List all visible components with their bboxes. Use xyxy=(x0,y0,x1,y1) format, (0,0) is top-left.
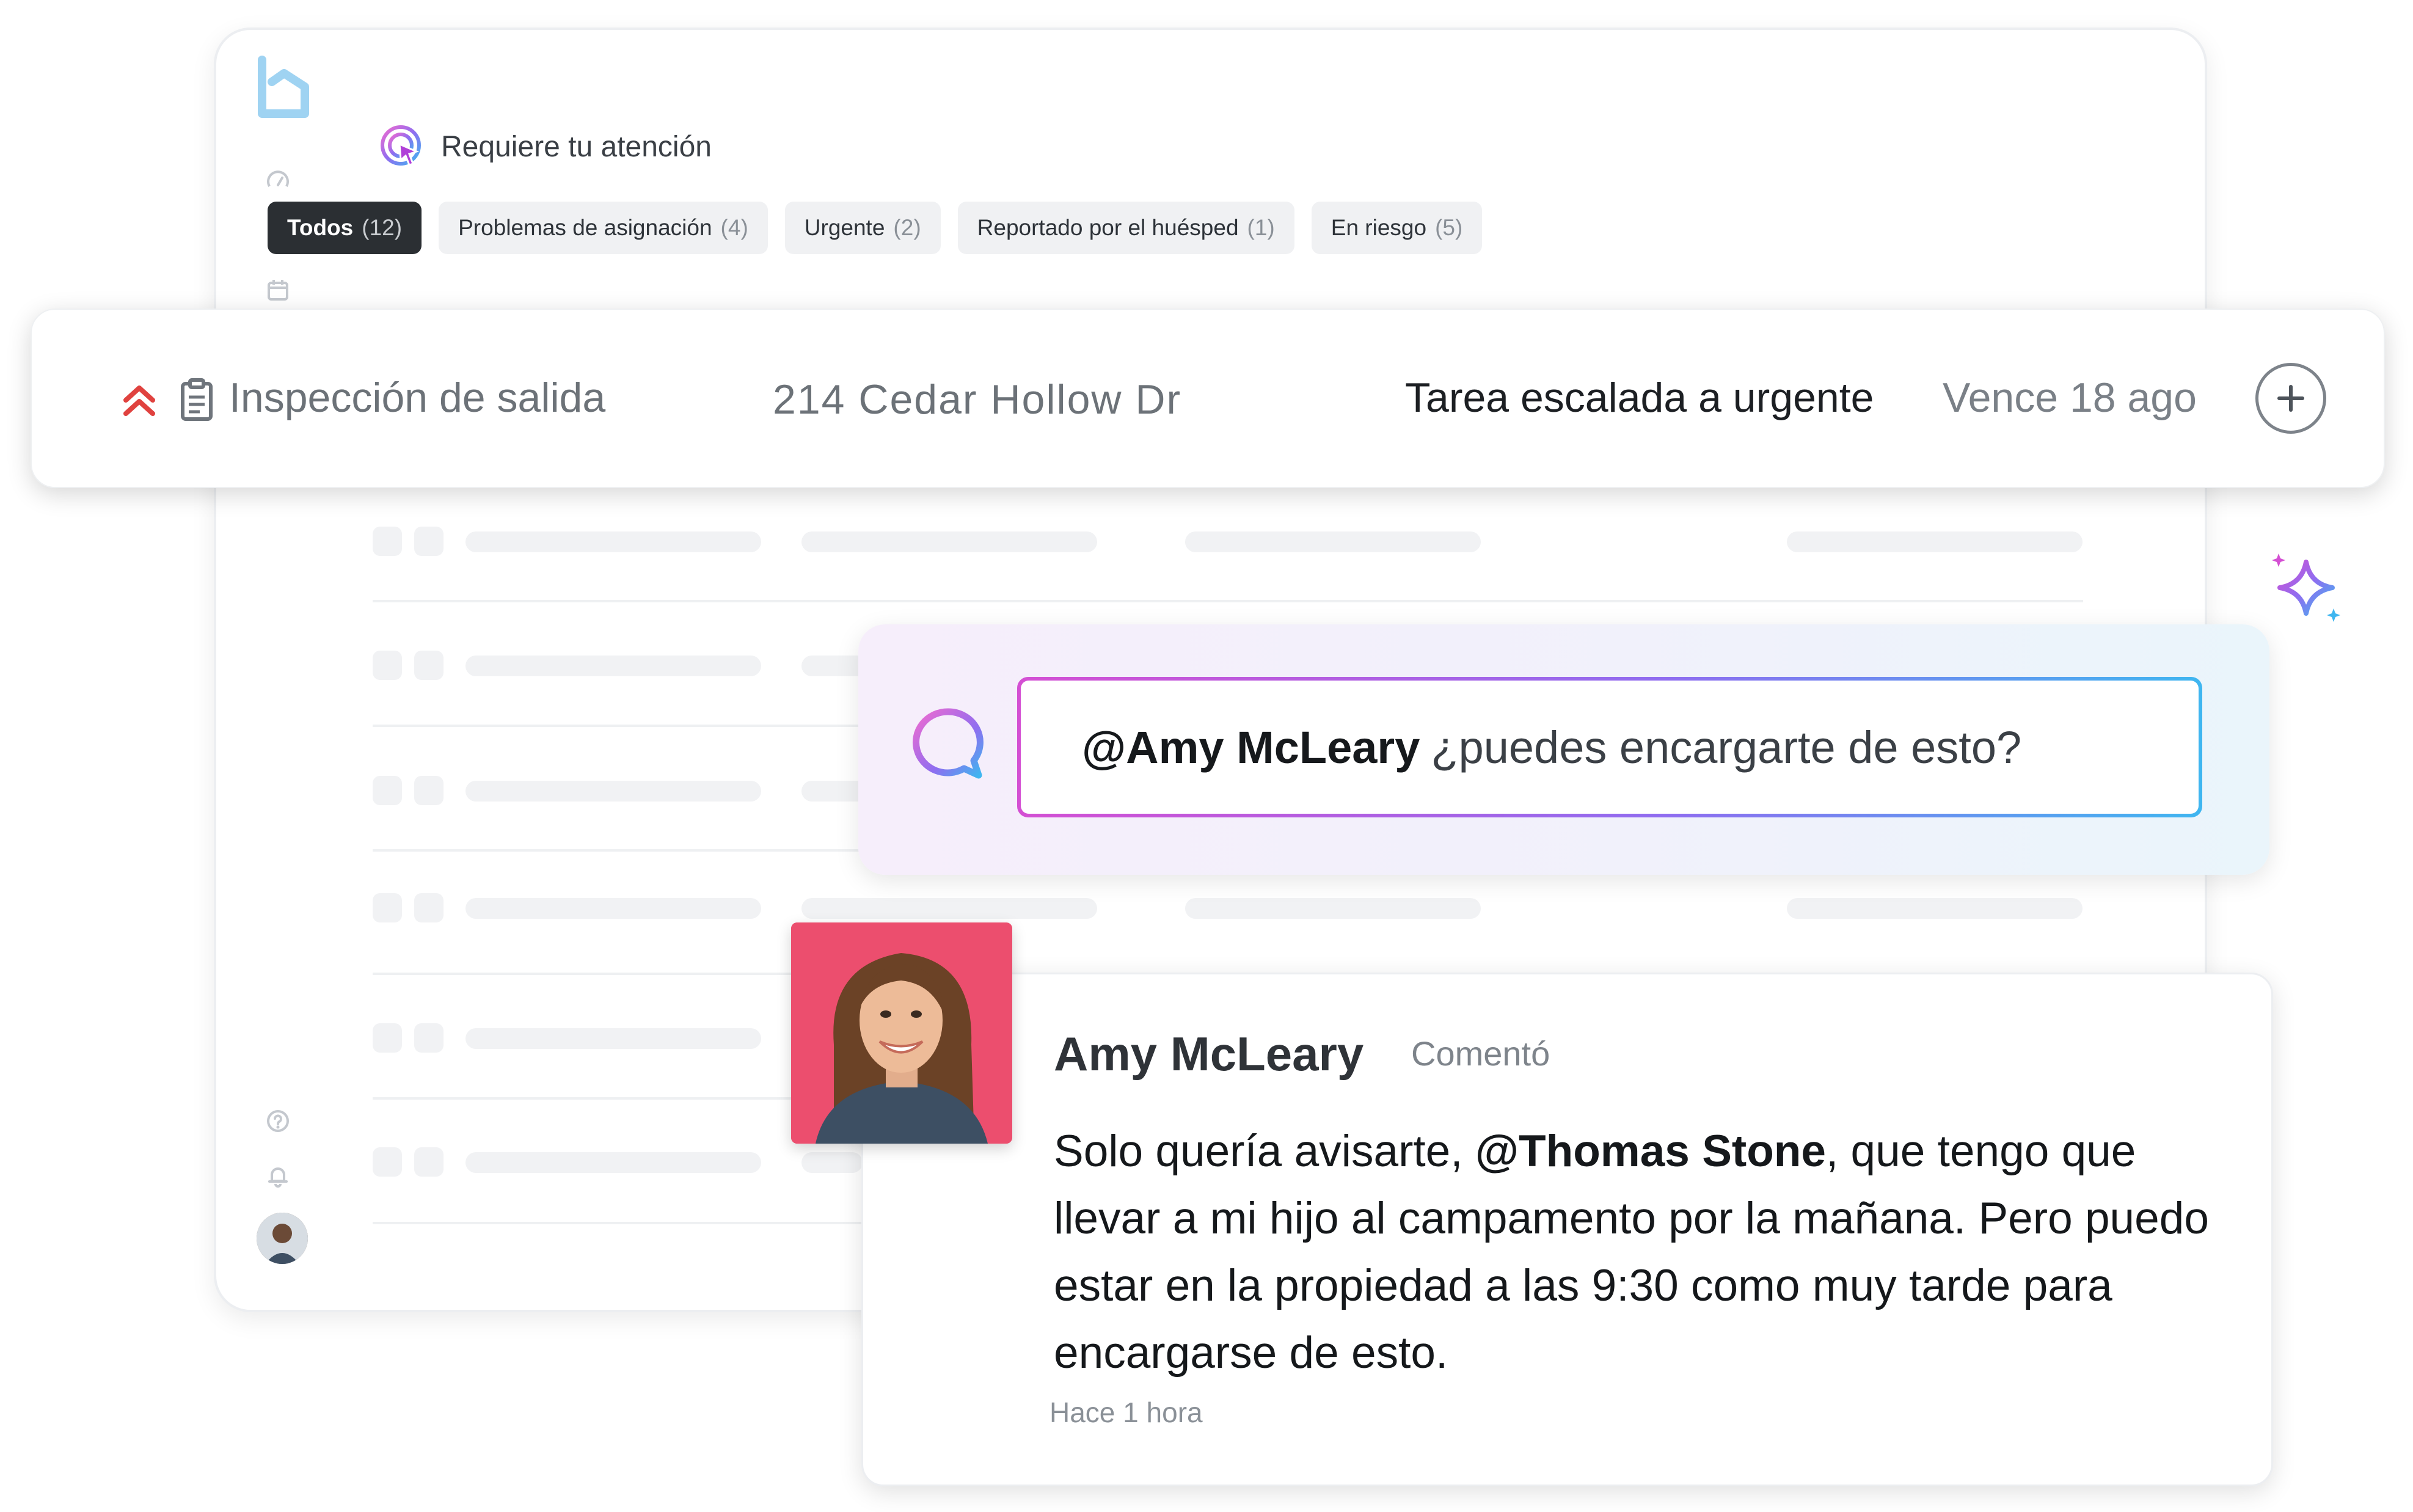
skeleton-block xyxy=(465,781,761,802)
skeleton-block xyxy=(414,651,444,680)
comment-action: Comentó xyxy=(1411,1034,1550,1073)
bell-icon[interactable] xyxy=(266,1164,290,1188)
chat-bubble-icon xyxy=(910,706,990,788)
skeleton-block xyxy=(801,1152,863,1173)
tab-todos[interactable]: Todos (12) xyxy=(268,202,422,254)
skeleton-block xyxy=(373,651,402,680)
plus-icon xyxy=(2277,385,2304,412)
mention-message: ¿puedes encargarte de esto? xyxy=(1431,721,2022,773)
calendar-icon[interactable] xyxy=(266,278,290,302)
attention-cursor-icon xyxy=(381,125,421,166)
skeleton-block xyxy=(465,656,761,676)
brand-logo-icon[interactable] xyxy=(254,55,315,122)
mention-tag[interactable]: @Amy McLeary xyxy=(1082,721,1420,773)
skeleton-block xyxy=(1787,898,2083,919)
skeleton-block xyxy=(414,1023,444,1053)
add-button[interactable] xyxy=(2255,363,2326,434)
comment-timestamp: Hace 1 hora xyxy=(1050,1397,1203,1428)
task-address: 214 Cedar Hollow Dr xyxy=(773,376,1182,423)
skeleton-block xyxy=(1185,531,1481,552)
comment-author[interactable]: Amy McLeary xyxy=(1054,1026,1363,1082)
skeleton-block xyxy=(373,776,402,805)
double-chevron-up-icon xyxy=(122,382,156,422)
skeleton-block xyxy=(465,1028,761,1049)
clipboard-icon xyxy=(180,378,213,425)
tab-reportado-huesped[interactable]: Reportado por el huésped (1) xyxy=(957,202,1294,254)
skeleton-block xyxy=(414,1147,444,1177)
skeleton-block xyxy=(373,527,402,556)
skeleton-block xyxy=(1185,898,1481,919)
comment-input-text[interactable]: @Amy McLeary ¿puedes encargarte de esto? xyxy=(1021,681,2199,814)
skeleton-block xyxy=(801,531,1097,552)
skeleton-block xyxy=(801,898,1097,919)
user-avatar[interactable] xyxy=(257,1213,308,1264)
author-photo xyxy=(791,922,1012,1144)
tab-urgente[interactable]: Urgente (2) xyxy=(784,202,941,254)
dashboard-gauge-icon[interactable] xyxy=(266,168,290,192)
section-title: Requiere tu atención xyxy=(441,130,712,163)
filter-tabs: Todos (12) Problemas de asignación (4) Urg… xyxy=(268,202,1483,254)
skeleton-block xyxy=(414,776,444,805)
tab-en-riesgo[interactable]: En riesgo (5) xyxy=(1311,202,1483,254)
mention-thomas-stone[interactable]: @Thomas Stone xyxy=(1475,1127,1826,1176)
skeleton-block xyxy=(465,1152,761,1173)
skeleton-block xyxy=(465,898,761,919)
skeleton-block xyxy=(373,1147,402,1177)
task-title: Inspección de salida xyxy=(229,374,606,421)
skeleton-block xyxy=(414,527,444,556)
comment-input[interactable]: @Amy McLeary ¿puedes encargarte de esto? xyxy=(1017,677,2202,817)
skeleton-block xyxy=(373,893,402,922)
tab-problemas-asignacion[interactable]: Problemas de asignación (4) xyxy=(439,202,768,254)
section-header: Requiere tu atención xyxy=(379,119,712,174)
sparkle-icon xyxy=(2266,550,2346,632)
skeleton-block xyxy=(414,893,444,922)
comment-body: Solo quería avisarte, @Thomas Stone, que… xyxy=(1054,1127,2209,1378)
skeleton-block xyxy=(465,531,761,552)
task-status: Tarea escalada a urgente xyxy=(1405,374,1874,421)
row-divider xyxy=(373,600,2083,602)
help-icon[interactable] xyxy=(266,1109,290,1133)
skeleton-block xyxy=(373,1023,402,1053)
skeleton-block xyxy=(1787,531,2083,552)
task-due-date: Vence 18 ago xyxy=(1943,374,2197,421)
